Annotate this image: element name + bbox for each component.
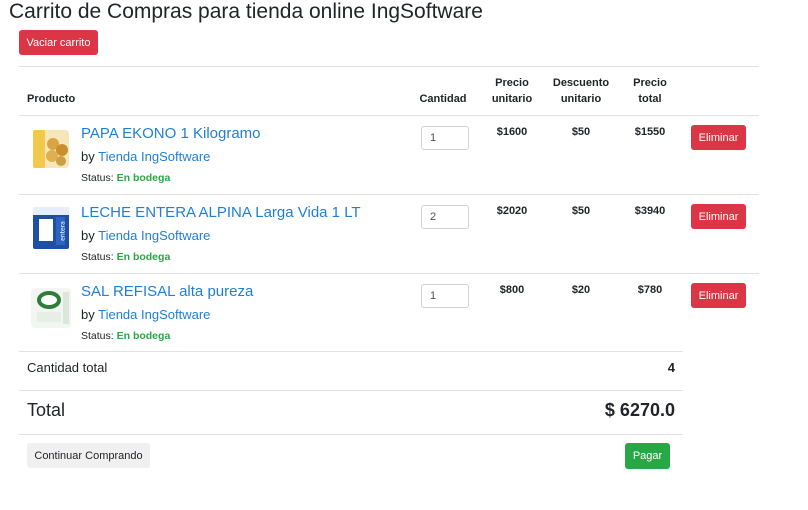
by-text: by (81, 307, 95, 322)
total-price: $1550 (634, 126, 666, 138)
page-title: Carrito de Compras para tienda online In… (9, 0, 483, 23)
header-total-price-line2: total (638, 93, 662, 105)
svg-text:entera: entera (60, 221, 67, 241)
status-line: Status: En bodega (81, 330, 170, 342)
summary-top-divider (19, 351, 683, 352)
milk-carton-image: entera (33, 207, 69, 249)
seller-link[interactable]: Tienda IngSoftware (98, 228, 210, 243)
seller-line: by Tienda IngSoftware (81, 228, 210, 243)
summary-bottom-divider (19, 434, 683, 435)
seller-line: by Tienda IngSoftware (81, 307, 210, 322)
remove-item-button[interactable]: Eliminar (691, 204, 746, 229)
quantity-total-label: Cantidad total (27, 360, 108, 375)
quantity-input[interactable] (421, 284, 469, 308)
product-link[interactable]: LECHE ENTERA ALPINA Larga Vida 1 LT (81, 204, 361, 221)
continue-shopping-button[interactable]: Continuar Comprando (27, 443, 150, 468)
salt-bag-image (31, 288, 71, 328)
header-unit-discount-line1: Descuento (552, 77, 610, 89)
table-row: SAL REFISAL alta pureza by Tienda IngSof… (19, 274, 759, 352)
status-value: En bodega (116, 172, 171, 184)
status-line: Status: En bodega (81, 251, 170, 263)
total-price: $780 (637, 284, 663, 296)
unit-discount: $20 (571, 284, 591, 296)
unit-discount: $50 (571, 126, 591, 138)
seller-link[interactable]: Tienda IngSoftware (98, 307, 210, 322)
table-row: PAPA EKONO 1 Kilogramo by Tienda IngSoft… (19, 116, 759, 194)
header-unit-discount-line2: unitario (560, 93, 602, 105)
status-label: Status: (81, 251, 114, 263)
header-unit-price: Precio unitario (484, 75, 540, 107)
total-label: Total (27, 400, 66, 420)
status-label: Status: (81, 172, 114, 184)
remove-item-button[interactable]: Eliminar (691, 125, 746, 150)
quantity-input[interactable] (421, 205, 469, 229)
header-total-price: Precio total (624, 75, 676, 107)
unit-price: $800 (499, 284, 525, 296)
total-value: $ 6270.0 (604, 400, 675, 420)
status-value: En bodega (116, 330, 171, 342)
unit-price: $2020 (496, 205, 528, 217)
quantity-input[interactable] (421, 126, 469, 150)
pay-button[interactable]: Pagar (625, 443, 670, 469)
by-text: by (81, 149, 95, 164)
unit-price: $1600 (496, 126, 528, 138)
empty-cart-button[interactable]: Vaciar carrito (19, 30, 98, 55)
summary-divider (19, 390, 683, 391)
header-unit-price-line1: Precio (495, 77, 529, 89)
product-link[interactable]: SAL REFISAL alta pureza (81, 283, 253, 300)
total-price: $3940 (634, 205, 666, 217)
by-text: by (81, 228, 95, 243)
header-unit-price-line2: unitario (491, 93, 533, 105)
remove-item-button[interactable]: Eliminar (691, 283, 746, 308)
header-total-price-line1: Precio (633, 77, 667, 89)
table-top-divider (19, 66, 759, 67)
header-quantity: Cantidad (419, 93, 467, 105)
status-label: Status: (81, 330, 114, 342)
table-row: entera LECHE ENTERA ALPINA Larga Vida 1 … (19, 195, 759, 273)
header-unit-discount: Descuento unitario (548, 75, 614, 107)
product-link[interactable]: PAPA EKONO 1 Kilogramo (81, 125, 261, 142)
header-product: Producto (27, 93, 76, 105)
quantity-total-value: 4 (667, 360, 675, 375)
potato-bag-image (33, 130, 69, 168)
unit-discount: $50 (571, 205, 591, 217)
seller-line: by Tienda IngSoftware (81, 149, 210, 164)
seller-link[interactable]: Tienda IngSoftware (98, 149, 210, 164)
status-line: Status: En bodega (81, 172, 170, 184)
status-value: En bodega (116, 251, 171, 263)
